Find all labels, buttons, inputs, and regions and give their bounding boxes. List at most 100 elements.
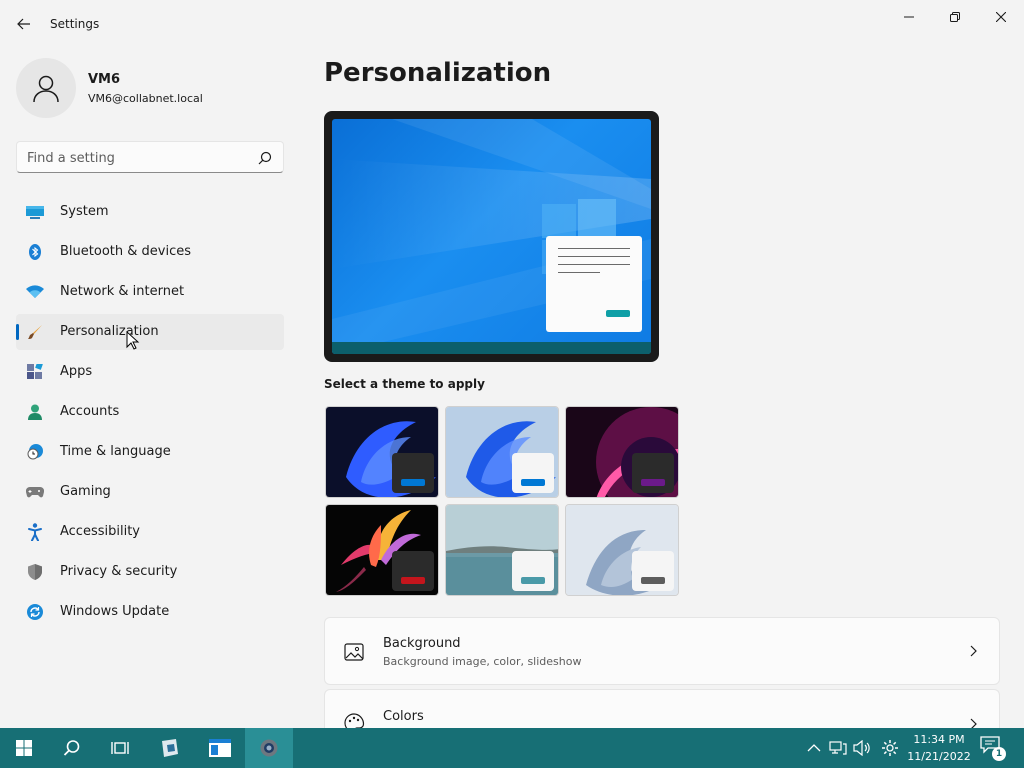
sidebar-item-label: Privacy & security: [60, 564, 178, 579]
palette-icon: [344, 713, 365, 728]
close-icon: [996, 12, 1006, 22]
user-name: VM6: [88, 72, 121, 87]
card-title: Colors: [383, 709, 424, 724]
volume-tray-button[interactable]: [852, 738, 872, 758]
preview-window: [546, 236, 642, 332]
clock-globe-icon: [26, 444, 44, 460]
theme-preview-badge: [512, 551, 554, 591]
apps-icon: [26, 364, 44, 380]
card-subtitle: Background image, color, slideshow: [383, 655, 582, 668]
theme-captured-motion[interactable]: [325, 504, 439, 596]
sidebar-item-label: Accounts: [60, 404, 120, 419]
speaker-icon: [853, 740, 870, 756]
sidebar-item-label: Network & internet: [60, 284, 185, 299]
theme-windows-light[interactable]: [445, 406, 559, 498]
task-view-button[interactable]: [96, 728, 144, 768]
sidebar-item-privacy[interactable]: Privacy & security: [16, 554, 284, 590]
network-icon: [829, 741, 847, 755]
search-icon: [63, 740, 80, 756]
gamepad-icon: [26, 484, 44, 500]
sidebar-item-bluetooth[interactable]: Bluetooth & devices: [16, 234, 284, 270]
windows-logo-icon: [16, 740, 32, 756]
preview-desktop: [332, 119, 651, 354]
restore-button[interactable]: [932, 2, 978, 32]
shield-icon: [26, 564, 44, 580]
preview-taskbar: [332, 342, 651, 354]
accessibility-icon: [26, 523, 44, 541]
chevron-right-icon: [970, 645, 977, 657]
notification-badge: 1: [992, 747, 1006, 761]
app-cube-icon: [162, 739, 178, 757]
colors-card[interactable]: Colors: [324, 689, 1000, 728]
themes-label: Select a theme to apply: [324, 377, 485, 391]
sidebar-item-label: Gaming: [60, 484, 111, 499]
page-title: Personalization: [324, 58, 552, 88]
clock-date: 11/21/2022: [907, 750, 971, 763]
minimize-icon: [904, 16, 914, 18]
taskbar-clock[interactable]: 11:34 PM 11/21/2022: [904, 731, 974, 765]
sidebar-item-network[interactable]: Network & internet: [16, 274, 284, 310]
bluetooth-icon: [26, 244, 44, 260]
back-button[interactable]: [10, 12, 38, 36]
theme-flow[interactable]: [565, 504, 679, 596]
taskbar-app-window[interactable]: [196, 728, 244, 768]
task-view-icon: [111, 742, 129, 754]
chevron-up-icon: [807, 744, 821, 752]
show-hidden-icons-button[interactable]: [804, 738, 824, 758]
person-icon: [33, 75, 59, 103]
theme-preview-badge: [632, 453, 674, 493]
sidebar-item-accounts[interactable]: Accounts: [16, 394, 284, 430]
clock-time: 11:34 PM: [913, 733, 965, 746]
user-email: VM6@collabnet.local: [88, 92, 203, 105]
search-box: [16, 141, 284, 173]
theme-grid: [324, 405, 680, 597]
sidebar-item-accessibility[interactable]: Accessibility: [16, 514, 284, 550]
taskbar-search-button[interactable]: [48, 728, 96, 768]
settings-tray-button[interactable]: [880, 738, 900, 758]
search-icon[interactable]: [257, 150, 273, 166]
theme-preview: [324, 111, 659, 362]
sidebar-item-label: Personalization: [60, 324, 159, 339]
preview-accent-button: [606, 310, 630, 317]
window-title: Settings: [50, 17, 100, 31]
search-input[interactable]: [27, 148, 247, 168]
background-card[interactable]: Background Background image, color, slid…: [324, 617, 1000, 685]
user-profile[interactable]: VM6 VM6@collabnet.local: [16, 58, 286, 118]
sidebar-item-label: Bluetooth & devices: [60, 244, 191, 259]
sidebar-item-label: Apps: [60, 364, 93, 379]
theme-preview-badge: [512, 453, 554, 493]
taskbar-app-explorer[interactable]: [146, 728, 194, 768]
theme-windows-dark[interactable]: [325, 406, 439, 498]
network-tray-button[interactable]: [828, 738, 848, 758]
theme-preview-badge: [392, 453, 434, 493]
sidebar-item-gaming[interactable]: Gaming: [16, 474, 284, 510]
notification-center-button[interactable]: 1: [980, 736, 1008, 761]
gear-icon: [882, 740, 898, 756]
sidebar-item-personalization[interactable]: Personalization: [16, 314, 284, 350]
image-icon: [344, 643, 364, 661]
person-icon: [26, 404, 44, 420]
sidebar-item-label: System: [60, 204, 109, 219]
sidebar-item-label: Windows Update: [60, 604, 170, 619]
sidebar-item-label: Time & language: [60, 444, 171, 459]
update-icon: [26, 604, 44, 620]
paintbrush-icon: [26, 324, 44, 340]
sidebar-item-label: Accessibility: [60, 524, 140, 539]
theme-preview-badge: [392, 551, 434, 591]
close-button[interactable]: [978, 2, 1024, 32]
sidebar-nav: System Bluetooth & devices Network & int…: [16, 194, 284, 634]
sidebar-item-apps[interactable]: Apps: [16, 354, 284, 390]
avatar: [16, 58, 76, 118]
start-button[interactable]: [0, 728, 48, 768]
sidebar-item-windows-update[interactable]: Windows Update: [16, 594, 284, 630]
theme-glow[interactable]: [565, 406, 679, 498]
app-window-icon: [209, 739, 231, 757]
sidebar-item-system[interactable]: System: [16, 194, 284, 230]
restore-icon: [950, 12, 960, 22]
chevron-right-icon: [970, 718, 977, 728]
wifi-icon: [26, 284, 44, 300]
sidebar-item-time-language[interactable]: Time & language: [16, 434, 284, 470]
taskbar-app-settings[interactable]: [245, 728, 293, 768]
minimize-button[interactable]: [886, 2, 932, 32]
theme-sunrise[interactable]: [445, 504, 559, 596]
